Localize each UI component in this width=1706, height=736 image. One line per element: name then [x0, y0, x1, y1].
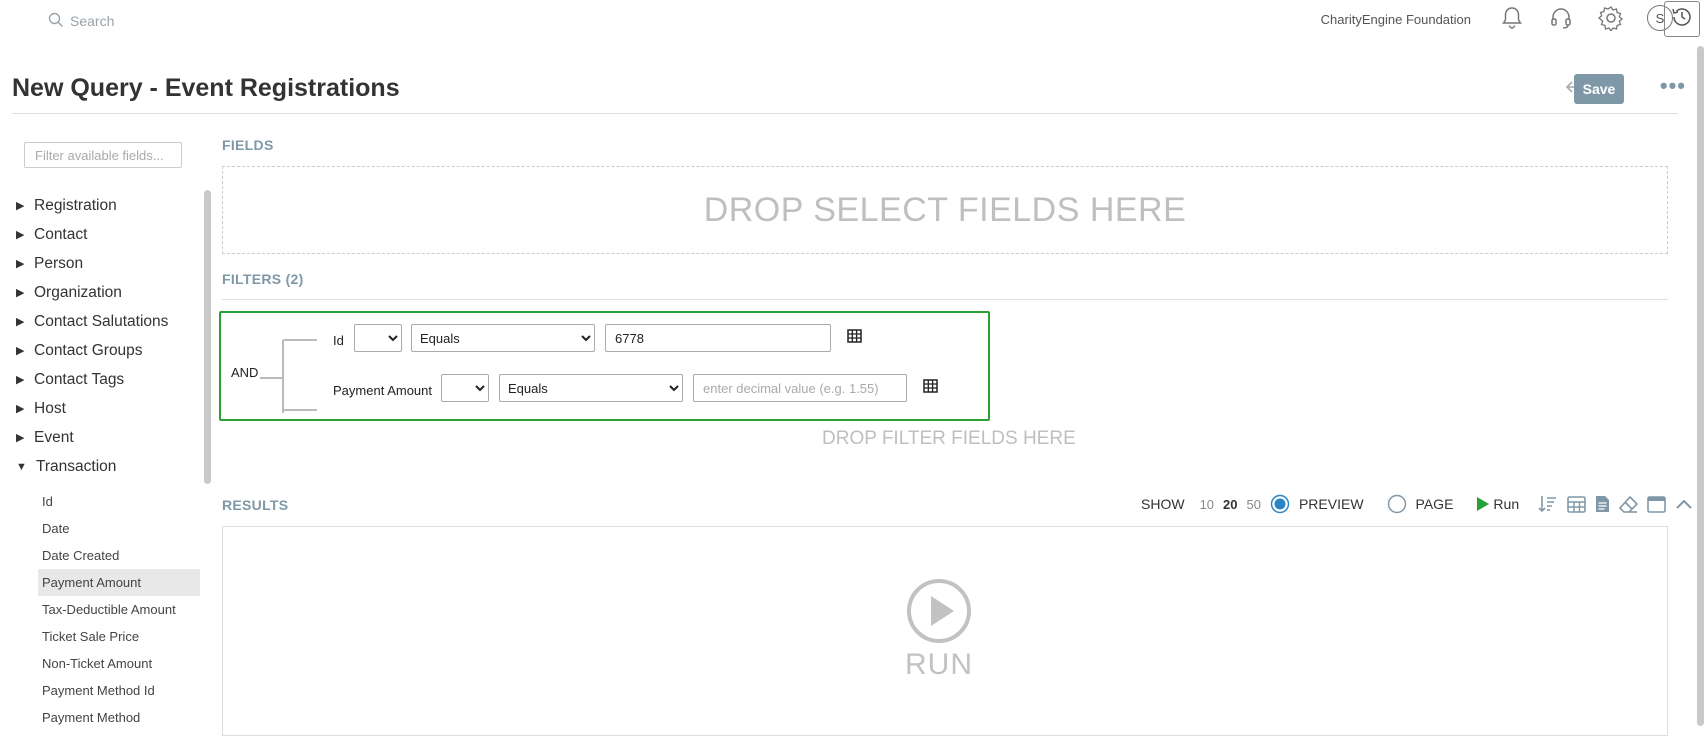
search-placeholder: Search — [70, 13, 115, 29]
preview-radio[interactable] — [1270, 494, 1290, 514]
caret-right-icon: ▶ — [16, 316, 25, 328]
table-picker-icon[interactable] — [923, 379, 938, 398]
filter-value-input[interactable] — [693, 374, 907, 402]
caret-down-icon: ▼ — [16, 460, 27, 473]
group-organization[interactable]: ▶ Organization — [16, 278, 216, 307]
play-icon — [1477, 497, 1490, 511]
search-bar[interactable]: Search — [48, 10, 114, 32]
show-label: SHOW — [1141, 496, 1185, 512]
bell-icon[interactable] — [1498, 4, 1526, 32]
group-transaction[interactable]: ▼ Transaction — [16, 452, 216, 481]
group-host[interactable]: ▶ Host — [16, 394, 216, 423]
gear-icon[interactable] — [1597, 4, 1625, 32]
field-group-tree: ▶ Registration ▶ Contact ▶ Person ▶ Organiza… — [16, 191, 216, 481]
group-label: Contact — [34, 225, 88, 243]
filter-operator-select[interactable]: Equals — [499, 374, 683, 402]
table-picker-icon[interactable] — [847, 329, 862, 348]
group-label: Transaction — [36, 457, 117, 475]
run-query-button[interactable]: RUN — [905, 578, 973, 682]
filters-divider — [222, 299, 1668, 300]
document-icon[interactable] — [1595, 495, 1610, 513]
caret-right-icon: ▶ — [16, 432, 25, 444]
field-item[interactable]: Payment Method Id — [38, 677, 200, 704]
group-registration[interactable]: ▶ Registration — [16, 191, 216, 220]
play-circle-icon — [907, 579, 971, 643]
page-label: PAGE — [1415, 496, 1454, 512]
table-view-icon[interactable] — [1567, 495, 1586, 513]
caret-right-icon: ▶ — [16, 345, 25, 357]
page-scrollbar[interactable] — [1697, 46, 1704, 726]
field-item[interactable]: Payment Method — [38, 704, 200, 731]
headset-icon[interactable] — [1547, 4, 1575, 32]
field-item-selected[interactable]: Payment Amount — [38, 569, 200, 596]
filter-modifier-select[interactable] — [441, 374, 489, 402]
caret-right-icon: ▶ — [16, 374, 25, 386]
save-button[interactable]: Save — [1574, 74, 1624, 104]
group-label: Host — [34, 399, 66, 417]
page-size-10[interactable]: 10 — [1200, 497, 1214, 512]
fields-heading: FIELDS — [222, 137, 274, 153]
header-divider — [12, 113, 1678, 114]
group-event[interactable]: ▶ Event — [16, 423, 216, 452]
group-contact-salutations[interactable]: ▶ Contact Salutations — [16, 307, 216, 336]
field-filter-input[interactable] — [24, 142, 182, 168]
group-label: Contact Salutations — [34, 312, 169, 330]
group-label: Contact Groups — [34, 341, 143, 359]
run-label: Run — [1493, 496, 1520, 512]
field-item[interactable]: Tax-Deductible Amount — [38, 596, 200, 623]
caret-right-icon: ▶ — [16, 287, 25, 299]
collapse-icon[interactable] — [1675, 498, 1693, 510]
run-button[interactable]: Run — [1476, 496, 1519, 512]
group-person[interactable]: ▶ Person — [16, 249, 216, 278]
results-heading: RESULTS — [222, 497, 289, 513]
page-title: New Query - Event Registrations — [12, 74, 400, 102]
group-label: Registration — [34, 196, 117, 214]
search-icon — [48, 12, 64, 31]
transaction-field-list: Id Date Date Created Payment Amount Tax-… — [38, 488, 200, 731]
group-contact-groups[interactable]: ▶ Contact Groups — [16, 336, 216, 365]
group-contact[interactable]: ▶ Contact — [16, 220, 216, 249]
filter-field-label: Id — [333, 333, 344, 348]
caret-right-icon: ▶ — [16, 229, 25, 241]
field-item[interactable]: Date Created — [38, 542, 200, 569]
select-fields-dropzone[interactable]: DROP SELECT FIELDS HERE — [222, 166, 1668, 254]
eraser-icon[interactable] — [1619, 495, 1639, 513]
org-name[interactable]: CharityEngine Foundation — [1321, 12, 1471, 27]
field-item[interactable]: Non-Ticket Amount — [38, 650, 200, 677]
filter-value-input[interactable] — [605, 324, 831, 352]
group-contact-tags[interactable]: ▶ Contact Tags — [16, 365, 216, 394]
window-icon[interactable] — [1647, 495, 1666, 513]
group-label: Person — [34, 254, 84, 272]
page-radio[interactable] — [1387, 494, 1407, 514]
preview-label: PREVIEW — [1298, 496, 1364, 512]
caret-right-icon: ▶ — [16, 403, 25, 415]
filter-modifier-select[interactable] — [354, 324, 402, 352]
history-button[interactable] — [1664, 1, 1700, 37]
more-options-icon[interactable]: ••• — [1660, 75, 1686, 97]
results-toolbar: SHOW 10 20 50 PREVIEW PAGE Run — [1141, 494, 1693, 514]
field-item[interactable]: Date — [38, 515, 200, 542]
page-size-20[interactable]: 20 — [1223, 497, 1237, 512]
group-label: Event — [34, 428, 74, 446]
filter-tree-lines — [259, 339, 317, 413]
filter-fields-dropzone[interactable]: DROP FILTER FIELDS HERE — [822, 428, 1076, 450]
run-big-label: RUN — [905, 648, 973, 681]
filter-field-label: Payment Amount — [333, 383, 432, 398]
group-label: Organization — [34, 283, 122, 301]
history-icon — [1670, 5, 1694, 34]
caret-right-icon: ▶ — [16, 200, 25, 212]
caret-right-icon: ▶ — [16, 258, 25, 270]
sort-icon[interactable] — [1538, 495, 1558, 513]
field-item[interactable]: Id — [38, 488, 200, 515]
page-size-50[interactable]: 50 — [1247, 497, 1261, 512]
group-label: Contact Tags — [34, 370, 125, 388]
filters-heading: FILTERS (2) — [222, 271, 304, 287]
logic-operator[interactable]: AND — [231, 365, 261, 380]
field-item[interactable]: Ticket Sale Price — [38, 623, 200, 650]
filter-operator-select[interactable]: Equals — [411, 324, 595, 352]
filter-group: AND Id Equals Payment Amount Equals — [219, 311, 990, 421]
